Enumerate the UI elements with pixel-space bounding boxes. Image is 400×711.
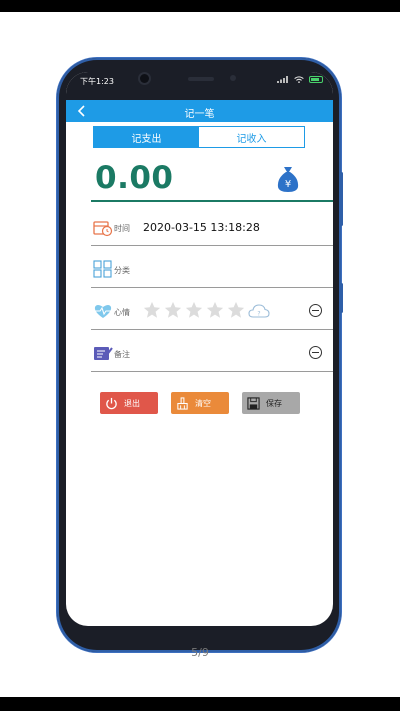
page-indicator: 5/9 (191, 646, 209, 659)
phone-side-button (340, 283, 343, 313)
category-label: 分类 (114, 266, 130, 275)
battery-icon (309, 76, 323, 83)
mood-label: 心情 (114, 308, 130, 317)
power-icon (106, 397, 117, 409)
exit-button-label: 退出 (124, 398, 140, 408)
cloud-question-icon[interactable]: ? (248, 303, 270, 319)
note-row[interactable]: 备注 (91, 330, 333, 372)
time-label: 时间 (114, 224, 130, 233)
amount-input[interactable]: 0.00 (95, 160, 174, 196)
heart-pulse-icon (94, 305, 112, 318)
wifi-icon (294, 76, 304, 83)
mood-remove-button[interactable] (309, 304, 322, 317)
star-icon[interactable] (185, 301, 203, 319)
star-icon[interactable] (206, 301, 224, 319)
svg-text:¥: ¥ (285, 179, 291, 190)
bottom-black-bar (0, 697, 400, 711)
mood-rating[interactable] (143, 301, 245, 319)
floppy-disk-icon (247, 396, 260, 410)
category-grid-icon (93, 260, 112, 278)
star-icon[interactable] (164, 301, 182, 319)
time-value[interactable]: 2020-03-15 13:18:28 (143, 221, 260, 234)
sensor-icon (230, 75, 236, 81)
status-time: 下午1:23 (80, 77, 114, 86)
phone-screen: 下午1:23 记一笔 记支出 记收入 0.00 ¥ 时间 2020-03-15 … (66, 72, 333, 626)
phone-side-button (340, 172, 343, 226)
category-row[interactable]: 分类 (91, 246, 333, 288)
note-pen-icon (94, 347, 113, 360)
broom-icon (177, 396, 188, 410)
svg-text:?: ? (257, 311, 260, 318)
calendar-clock-icon (93, 221, 113, 237)
type-tabs: 记支出 记收入 (93, 126, 305, 148)
tab-income[interactable]: 记收入 (199, 127, 304, 147)
star-icon[interactable] (227, 301, 245, 319)
save-button[interactable]: 保存 (242, 392, 300, 414)
status-icons (277, 76, 323, 83)
clear-button-label: 清空 (195, 398, 211, 408)
top-black-bar (0, 0, 400, 12)
star-icon[interactable] (143, 301, 161, 319)
page-title: 记一笔 (184, 109, 215, 120)
camera-icon (140, 74, 149, 83)
save-button-label: 保存 (266, 398, 282, 408)
time-row[interactable]: 时间 2020-03-15 13:18:28 (91, 204, 333, 246)
note-remove-button[interactable] (309, 346, 322, 359)
status-bar: 下午1:23 (66, 72, 333, 100)
clear-button[interactable]: 清空 (171, 392, 229, 414)
signal-icon (277, 76, 288, 83)
app-bar: 记一笔 (66, 100, 333, 122)
money-bag-icon: ¥ (277, 167, 299, 192)
tab-expense[interactable]: 记支出 (94, 127, 199, 147)
speaker-grille (188, 77, 214, 81)
mood-row: 心情 ? (91, 288, 333, 330)
exit-button[interactable]: 退出 (100, 392, 158, 414)
note-label: 备注 (114, 350, 130, 359)
amount-underline (91, 200, 333, 202)
